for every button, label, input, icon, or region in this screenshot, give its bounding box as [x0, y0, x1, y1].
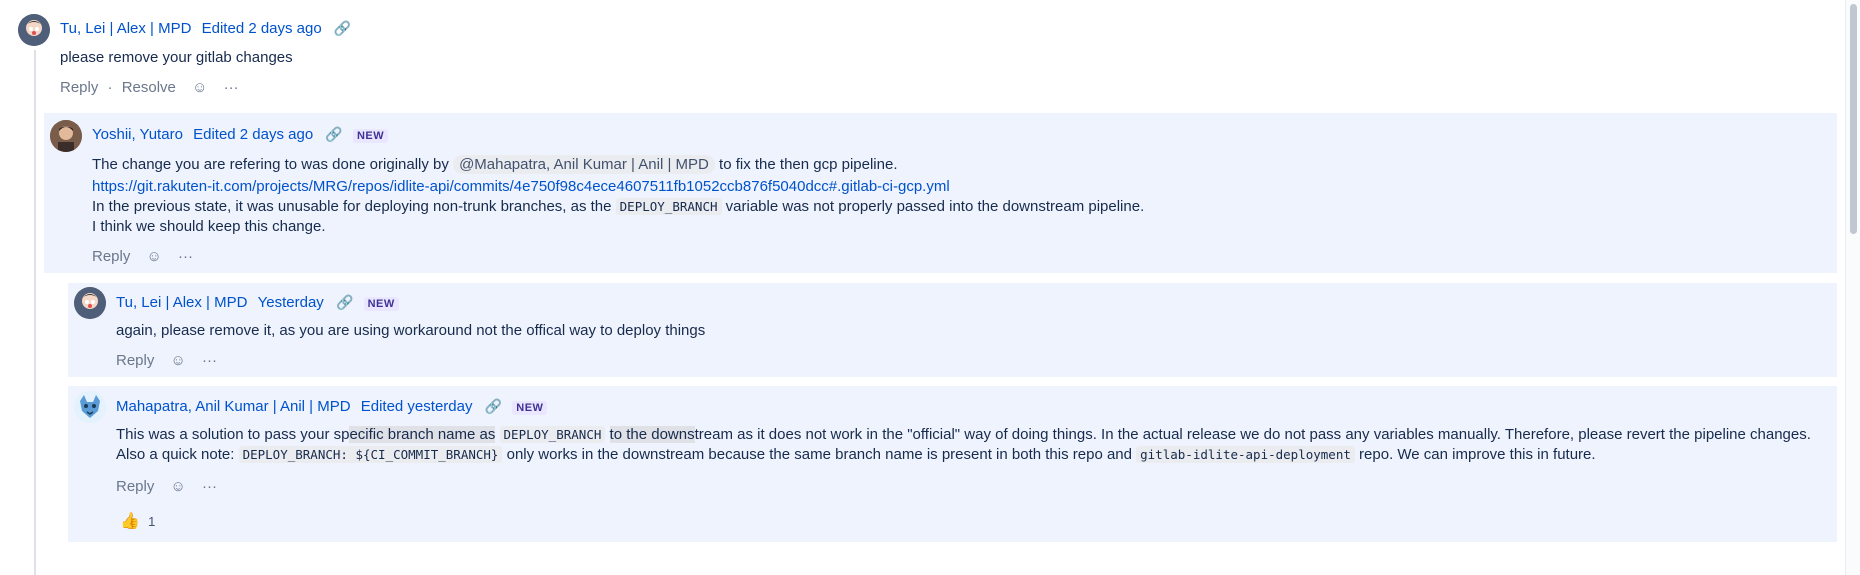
edited-timestamp[interactable]: Yesterday — [258, 294, 324, 311]
reply-button[interactable]: Reply — [92, 248, 130, 265]
resolve-button[interactable]: Resolve — [122, 79, 176, 96]
reply-button[interactable]: Reply — [60, 79, 98, 96]
comment-body: please remove your gitlab changes — [60, 49, 293, 66]
body-text: repo. We can improve this in future. — [1359, 446, 1596, 463]
inline-code: DEPLOY_BRANCH — [499, 426, 606, 443]
body-text: variable was not properly passed into th… — [725, 198, 1145, 215]
comment-actions: Reply ☺ ··· — [116, 478, 217, 495]
new-badge: NEW — [512, 401, 548, 415]
edited-timestamp[interactable]: Edited 2 days ago — [202, 20, 322, 37]
scrollbar[interactable] — [1845, 0, 1860, 575]
reaction-pill[interactable]: 👍 1 — [120, 511, 155, 531]
comment-actions: Reply · Resolve ☺ ··· — [60, 79, 239, 96]
body-text: The change you are refering to was done … — [92, 156, 449, 173]
author-name[interactable]: Tu, Lei | Alex | MPD — [60, 20, 191, 37]
author-name[interactable]: Mahapatra, Anil Kumar | Anil | MPD — [116, 398, 351, 415]
comment-actions: Reply ☺ ··· — [116, 352, 217, 369]
comment-header: Tu, Lei | Alex | MPD Yesterday 🔗 NEW — [116, 294, 399, 311]
scrollbar-thumb[interactable] — [1850, 4, 1857, 234]
thumbs-up-icon: 👍 — [120, 513, 140, 530]
thread-line — [34, 50, 36, 575]
reaction-count: 1 — [148, 514, 156, 529]
edited-timestamp[interactable]: Edited yesterday — [361, 398, 473, 415]
inline-code: DEPLOY_BRANCH — [615, 198, 722, 215]
add-reaction-icon[interactable]: ☺ — [171, 352, 186, 369]
link-icon[interactable]: 🔗 — [325, 126, 342, 142]
avatar[interactable] — [74, 287, 106, 319]
avatar[interactable] — [74, 391, 106, 423]
commit-link[interactable]: https://git.rakuten-it.com/projects/MRG/… — [92, 178, 950, 195]
more-actions-icon[interactable]: ··· — [178, 248, 193, 265]
body-text: only works in the downstream because the… — [506, 446, 1132, 463]
link-icon[interactable]: 🔗 — [336, 294, 353, 310]
comment-body-line: I think we should keep this change. — [92, 218, 326, 235]
body-text: This was a solution to pass your sp — [116, 426, 350, 443]
body-text: In the previous state, it was unusable f… — [92, 198, 612, 215]
new-badge: NEW — [352, 129, 389, 143]
edited-timestamp[interactable]: Edited 2 days ago — [193, 126, 313, 143]
comment-header: Mahapatra, Anil Kumar | Anil | MPD Edite… — [116, 398, 548, 415]
add-reaction-icon[interactable]: ☺ — [171, 478, 186, 495]
link-icon[interactable]: 🔗 — [485, 398, 502, 414]
comment-header: Tu, Lei | Alex | MPD Edited 2 days ago 🔗 — [60, 20, 351, 37]
add-reaction-icon[interactable]: ☺ — [192, 79, 207, 96]
highlighted-text: ecific branch name as — [349, 426, 496, 443]
avatar[interactable] — [18, 14, 50, 46]
comment-body: again, please remove it, as you are usin… — [116, 322, 706, 339]
new-badge: NEW — [363, 297, 399, 311]
more-actions-icon[interactable]: ··· — [202, 478, 217, 495]
comment-header: Yoshii, Yutaro Edited 2 days ago 🔗 NEW — [92, 126, 389, 143]
highlighted-text: to the downs — [609, 426, 695, 443]
comment-body-line: https://git.rakuten-it.com/projects/MRG/… — [92, 177, 950, 197]
user-mention[interactable]: @Mahapatra, Anil Kumar | Anil | MPD — [453, 155, 715, 174]
body-text: to fix the then gcp pipeline. — [719, 156, 898, 173]
author-name[interactable]: Yoshii, Yutaro — [92, 126, 183, 143]
add-reaction-icon[interactable]: ☺ — [147, 248, 162, 265]
link-icon[interactable]: 🔗 — [334, 20, 351, 36]
reply-button[interactable]: Reply — [116, 352, 154, 369]
more-actions-icon[interactable]: ··· — [202, 352, 217, 369]
comment-actions: Reply ☺ ··· — [92, 248, 193, 265]
more-actions-icon[interactable]: ··· — [224, 79, 239, 96]
comment-body: This was a solution to pass your specifi… — [116, 425, 1816, 465]
author-name[interactable]: Tu, Lei | Alex | MPD — [116, 294, 247, 311]
reply-button[interactable]: Reply — [116, 478, 154, 495]
comment-body-line: The change you are refering to was done … — [92, 155, 898, 175]
comment-body-line: In the previous state, it was unusable f… — [92, 197, 1144, 217]
inline-code: gitlab-idlite-api-deployment — [1136, 446, 1355, 463]
avatar[interactable] — [50, 120, 82, 152]
inline-code: DEPLOY_BRANCH: ${CI_COMMIT_BRANCH} — [238, 446, 503, 463]
separator: · — [107, 79, 113, 96]
